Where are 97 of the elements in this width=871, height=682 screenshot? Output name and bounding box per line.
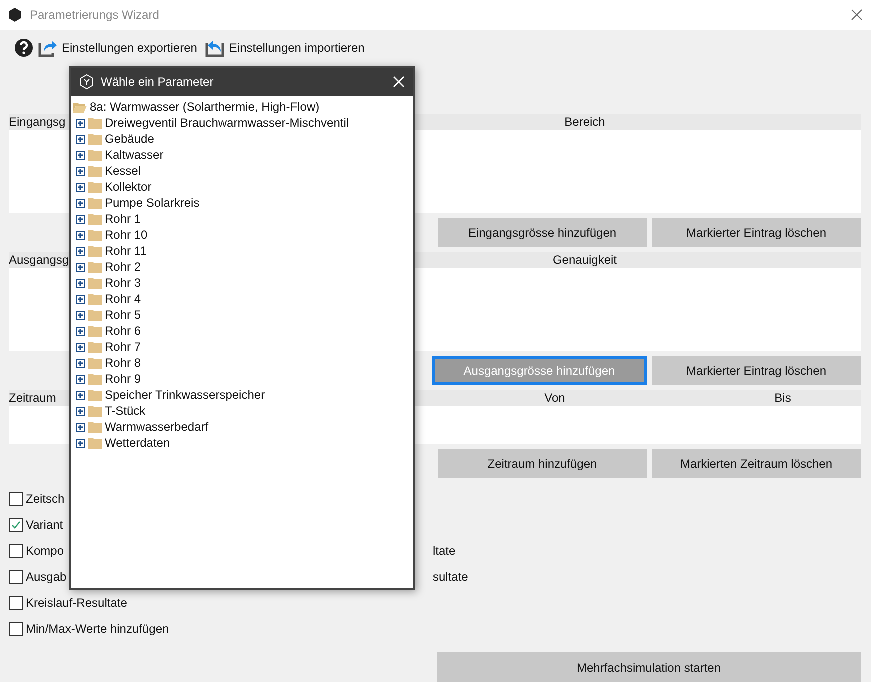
folder-icon xyxy=(88,166,102,176)
expand-icon[interactable] xyxy=(76,278,85,288)
start-simulation-button[interactable]: Mehrfachsimulation starten xyxy=(437,652,861,682)
tree-item[interactable]: Rohr 3 xyxy=(105,276,142,290)
tree-item[interactable]: Rohr 10 xyxy=(105,228,148,242)
option-label: Kreislauf-Resultate xyxy=(26,596,128,610)
tree-item[interactable]: Rohr 4 xyxy=(105,292,142,306)
expand-icon[interactable] xyxy=(76,182,85,192)
expand-icon[interactable] xyxy=(76,374,85,384)
window-title: Parametrierungs Wizard xyxy=(30,8,160,22)
section-label: Zeitraum xyxy=(9,391,56,405)
checkbox[interactable] xyxy=(9,492,23,506)
action-button[interactable]: Zeitraum hinzufügen xyxy=(438,449,647,478)
tree-item[interactable]: Rohr 2 xyxy=(105,260,142,274)
export-settings-button[interactable]: Einstellungen exportieren xyxy=(62,41,202,55)
expand-icon[interactable] xyxy=(76,134,85,144)
tree-item[interactable]: Kollektor xyxy=(105,180,152,194)
expand-icon[interactable] xyxy=(76,118,85,128)
tree-item[interactable]: Gebäude xyxy=(105,132,154,146)
folder-icon xyxy=(88,134,102,144)
expand-icon[interactable] xyxy=(76,342,85,352)
checkbox[interactable] xyxy=(9,518,23,532)
folder-icon xyxy=(88,310,102,320)
option-label: Kompo xyxy=(26,544,66,558)
folder-icon xyxy=(88,246,102,256)
expand-icon[interactable] xyxy=(76,390,85,400)
tree-item[interactable]: Rohr 1 xyxy=(105,212,142,226)
folder-icon xyxy=(88,390,102,400)
tree-item[interactable]: Pumpe Solarkreis xyxy=(105,196,200,210)
expand-icon[interactable] xyxy=(76,438,85,448)
folder-icon xyxy=(88,326,102,336)
folder-icon xyxy=(88,150,102,160)
folder-icon xyxy=(88,438,102,448)
expand-icon[interactable] xyxy=(76,326,85,336)
column-header: Bis xyxy=(774,391,792,405)
close-icon[interactable] xyxy=(851,9,863,21)
action-button[interactable]: Markierter Eintrag löschen xyxy=(652,356,861,385)
column-header: Genauigkeit xyxy=(552,253,618,267)
folder-icon xyxy=(88,342,102,352)
export-arrow-icon[interactable] xyxy=(38,38,58,58)
tree-item[interactable]: Dreiwegventil Brauchwarmwasser-Mischventil xyxy=(105,116,350,130)
option-label: sultate xyxy=(433,570,468,584)
tree-item[interactable]: Rohr 8 xyxy=(105,356,142,370)
tree-item[interactable]: Rohr 9 xyxy=(105,372,142,386)
section-label: Ausgangsg xyxy=(9,253,70,267)
checkbox[interactable] xyxy=(9,570,23,584)
folder-icon xyxy=(88,358,102,368)
section-label: Eingangsg xyxy=(9,115,66,129)
expand-icon[interactable] xyxy=(76,150,85,160)
folder-icon xyxy=(88,262,102,272)
tree-item[interactable]: Kessel xyxy=(105,164,142,178)
expand-icon[interactable] xyxy=(76,294,85,304)
option-label: Zeitsch xyxy=(26,492,66,506)
app-logo-icon xyxy=(79,74,95,90)
column-header: Von xyxy=(544,391,566,405)
tree-item[interactable]: Speicher Trinkwasserspeicher xyxy=(105,388,266,402)
tree-item[interactable]: Kaltwasser xyxy=(105,148,164,162)
option-label: ltate xyxy=(433,544,456,558)
option-label: Ausgab xyxy=(26,570,68,584)
option-label: Variant xyxy=(26,518,64,532)
checkbox[interactable] xyxy=(9,544,23,558)
expand-icon[interactable] xyxy=(76,246,85,256)
dialog-title: Wähle ein Parameter xyxy=(101,75,214,89)
action-button[interactable]: Markierter Eintrag löschen xyxy=(652,218,861,247)
expand-icon[interactable] xyxy=(76,358,85,368)
help-icon[interactable] xyxy=(14,38,34,58)
folder-icon xyxy=(88,422,102,432)
expand-icon[interactable] xyxy=(76,310,85,320)
app-logo-icon xyxy=(8,8,22,22)
folder-icon xyxy=(88,374,102,384)
expand-icon[interactable] xyxy=(76,262,85,272)
expand-icon[interactable] xyxy=(76,214,85,224)
tree-item[interactable]: Rohr 5 xyxy=(105,308,142,322)
tree-item[interactable]: Rohr 11 xyxy=(105,244,147,258)
folder-icon xyxy=(88,294,102,304)
expand-icon[interactable] xyxy=(76,406,85,416)
expand-icon[interactable] xyxy=(76,422,85,432)
folder-icon xyxy=(88,198,102,208)
folder-icon xyxy=(88,182,102,192)
action-button[interactable]: Markierten Zeitraum löschen xyxy=(652,449,861,478)
tree-item[interactable]: Rohr 6 xyxy=(105,324,142,338)
expand-icon[interactable] xyxy=(76,198,85,208)
option-label: Min/Max-Werte hinzufügen xyxy=(26,622,170,636)
checkbox[interactable] xyxy=(9,622,23,636)
tree-item[interactable]: Wetterdaten xyxy=(105,436,170,450)
import-arrow-icon[interactable] xyxy=(205,38,226,58)
tree-item[interactable]: T-Stück xyxy=(105,404,146,418)
checkbox[interactable] xyxy=(9,596,23,610)
import-settings-button[interactable]: Einstellungen importieren xyxy=(229,41,369,55)
folder-icon xyxy=(88,230,102,240)
folder-icon xyxy=(88,278,102,288)
expand-icon[interactable] xyxy=(76,166,85,176)
tree-item[interactable]: Rohr 7 xyxy=(105,340,142,354)
tree-item[interactable]: Warmwasserbedarf xyxy=(105,420,209,434)
expand-icon[interactable] xyxy=(76,230,85,240)
action-button[interactable]: Eingangsgrösse hinzufügen xyxy=(438,218,647,247)
tree-item[interactable]: 8a: Warmwasser (Solarthermie, High-Flow) xyxy=(90,100,320,114)
